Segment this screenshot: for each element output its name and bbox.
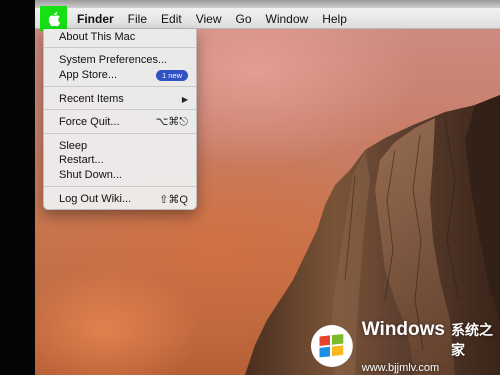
- menu-edit[interactable]: Edit: [161, 12, 182, 26]
- menu-file[interactable]: File: [128, 12, 147, 26]
- menu-item-force-quit[interactable]: Force Quit... ⌥⌘⎋: [59, 115, 188, 129]
- watermark: Windows 系统之家 www.bjjmlv.com: [310, 318, 500, 374]
- menu-item-log-out[interactable]: Log Out Wiki... ⇧⌘Q: [59, 192, 188, 206]
- menu-item-label: Log Out Wiki...: [59, 193, 132, 205]
- window-frame-top: [35, 0, 500, 8]
- menu-help[interactable]: Help: [322, 12, 347, 26]
- keyboard-shortcut: ⇧⌘Q: [159, 193, 188, 206]
- menu-item-sleep[interactable]: Sleep: [59, 139, 188, 153]
- menu-item-label: Restart...: [59, 154, 104, 166]
- watermark-url: www.bjjmlv.com: [361, 361, 440, 374]
- menu-bar-items: Finder File Edit View Go Window Help: [77, 8, 361, 29]
- menu-item-label: Force Quit...: [59, 116, 120, 128]
- submenu-arrow-icon: ▶: [181, 94, 188, 104]
- menu-item-system-preferences[interactable]: System Preferences...: [59, 53, 188, 67]
- menu-item-restart[interactable]: Restart...: [59, 153, 188, 167]
- menu-item-label: Recent Items: [59, 93, 124, 105]
- windows-logo-icon: [310, 325, 353, 367]
- menu-item-label: Sleep: [59, 140, 88, 152]
- menu-item-app-store[interactable]: App Store... 1 new: [59, 68, 188, 82]
- menu-go[interactable]: Go: [236, 12, 252, 26]
- menu-item-label: System Preferences...: [59, 54, 168, 66]
- menu-finder[interactable]: Finder: [77, 12, 114, 26]
- watermark-site-name: 系统之家: [451, 321, 493, 358]
- left-black-border: [0, 0, 35, 375]
- menu-item-about-this-mac[interactable]: About This Mac: [59, 30, 188, 44]
- keyboard-shortcut: ⌥⌘⎋: [155, 116, 188, 128]
- mac-desktop: Finder File Edit View Go Window Help Abo…: [35, 0, 500, 375]
- menu-item-recent-items[interactable]: Recent Items ▶: [59, 92, 188, 106]
- menu-window[interactable]: Window: [266, 12, 309, 26]
- menu-separator: [44, 86, 196, 87]
- apple-icon: [48, 11, 60, 26]
- menu-item-label: About This Mac: [59, 31, 136, 43]
- apple-menu-dropdown: About This Mac System Preferences... App…: [43, 29, 197, 210]
- apple-menu-button[interactable]: [40, 6, 67, 31]
- menu-separator: [44, 109, 196, 110]
- menu-item-shut-down[interactable]: Shut Down...: [59, 168, 188, 182]
- menu-view[interactable]: View: [196, 12, 222, 26]
- menu-item-label: Shut Down...: [59, 169, 122, 181]
- update-badge: 1 new: [155, 69, 188, 81]
- menu-separator: [44, 133, 196, 134]
- watermark-brand: Windows: [361, 318, 445, 340]
- menu-separator: [44, 186, 196, 187]
- menu-separator: [44, 47, 196, 48]
- menu-item-label: App Store...: [59, 69, 118, 81]
